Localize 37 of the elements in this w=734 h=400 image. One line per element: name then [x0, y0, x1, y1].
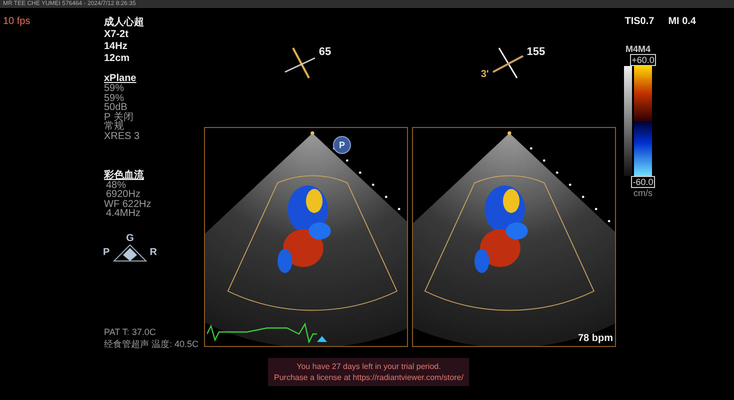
- scale-min: -60.0: [630, 176, 656, 188]
- plane-mark: 3': [480, 69, 489, 80]
- index-reading: MI 0.4: [668, 16, 696, 27]
- color-flow-value: 48%: [106, 180, 126, 190]
- temperature-reading: PAT T: 37.0C: [104, 326, 156, 338]
- color-flow-heading: 彩色血流: [104, 170, 144, 181]
- orientation-diamond-icon: [112, 244, 147, 262]
- index-reading: TIS0.7: [624, 16, 654, 27]
- plane-angle: 155: [526, 46, 546, 58]
- orientation-letter: P: [103, 247, 110, 258]
- probe-label: X7-2t: [104, 29, 130, 41]
- color-flow-value: 6920Hz: [106, 190, 140, 200]
- xplane-heading: xPlane: [104, 73, 136, 84]
- color-flow-value: WF 622Hz: [104, 200, 152, 210]
- plane-orientation-icon: [490, 46, 525, 80]
- xplane-value: 59%: [104, 84, 124, 94]
- plane-angle: 65: [318, 46, 332, 58]
- temperature-reading: 经食管超声 温度: 40.5C: [104, 338, 199, 350]
- xplane-value: 50dB: [104, 103, 128, 113]
- frequency-label: 14Hz: [104, 41, 128, 53]
- orientation-letter: G: [126, 232, 134, 244]
- probe-badge: P: [333, 136, 351, 154]
- xplane-value: 59%: [104, 94, 124, 104]
- orientation-letter: R: [150, 247, 157, 258]
- plane-orientation-icon: [282, 46, 317, 80]
- depth-label: 12cm: [104, 53, 131, 65]
- color-map-label: M4M4: [625, 44, 650, 54]
- scale-unit: cm/s: [634, 188, 652, 198]
- frame-rate: 10 fps: [3, 16, 30, 27]
- heart-rate: 78 bpm: [578, 333, 613, 344]
- xplane-value: 常规: [104, 122, 124, 132]
- notice-text: Purchase a license at https://radiantviewer.com/store/: [274, 372, 464, 383]
- color-flow-value: 4.4MHz: [105, 209, 140, 219]
- scale-max: +60.0: [630, 54, 656, 66]
- xplane-value: XRES 3: [104, 132, 140, 142]
- preset-label: 成人心超: [104, 17, 145, 29]
- notice-text: You have 27 days left in your trial period.: [296, 361, 441, 372]
